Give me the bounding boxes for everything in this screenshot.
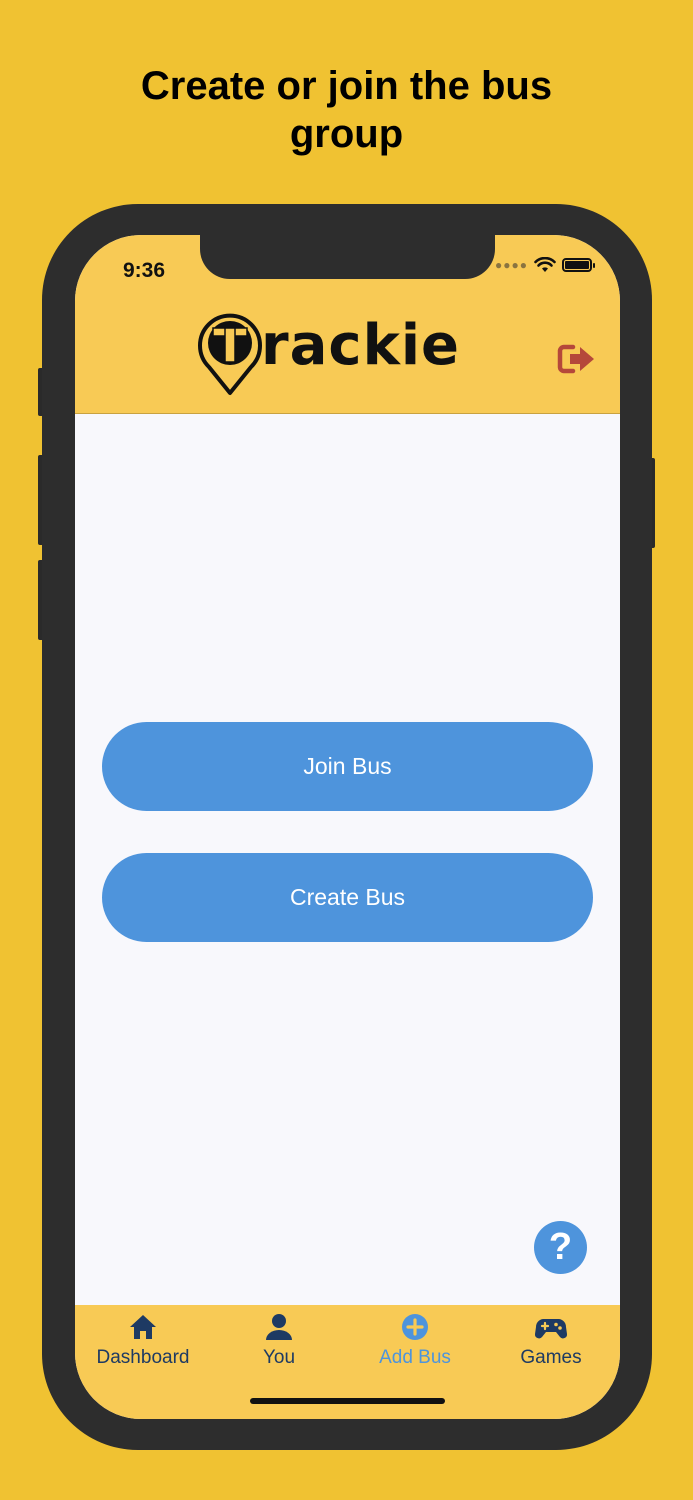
signal-icon: ●●●● (495, 258, 528, 272)
app-screen: 9:36 ●●●● rackie Join Bus Create Bus ? D… (75, 235, 620, 1419)
tab-dashboard[interactable]: Dashboard (75, 1313, 211, 1377)
plus-circle-icon (402, 1314, 428, 1340)
status-icons: ●●●● (495, 257, 595, 273)
battery-icon (562, 258, 595, 272)
tab-add-bus-label: Add Bus (379, 1347, 451, 1368)
promo-headline-line1: Create or join the bus (140, 64, 553, 108)
tab-games-label: Games (520, 1347, 582, 1368)
tab-dashboard-label: Dashboard (96, 1347, 190, 1368)
trackie-logo: rackie (193, 303, 473, 399)
help-icon: ? (548, 1226, 573, 1268)
phone-notch (200, 235, 495, 279)
tab-add-bus[interactable]: Add Bus (347, 1313, 483, 1377)
logo-pin-icon (198, 313, 262, 395)
tab-games[interactable]: Games (483, 1313, 619, 1377)
create-bus-button[interactable]: Create Bus (102, 853, 593, 942)
gamepad-icon (534, 1319, 568, 1339)
home-icon (130, 1315, 156, 1339)
logo-text: rackie (261, 313, 461, 378)
home-indicator (250, 1398, 445, 1404)
status-time: 9:36 (123, 259, 166, 282)
phone-frame: 9:36 ●●●● rackie Join Bus Create Bus ? D… (42, 204, 652, 1450)
logout-icon[interactable] (557, 343, 597, 375)
tab-you-label: You (262, 1347, 296, 1368)
tab-you[interactable]: You (211, 1313, 347, 1377)
join-bus-button[interactable]: Join Bus (102, 722, 593, 811)
wifi-icon (534, 257, 556, 272)
promo-headline: Create or join the bus group (0, 62, 693, 158)
help-button[interactable]: ? (534, 1221, 587, 1274)
person-icon (266, 1314, 292, 1340)
promo-headline-line2: group (289, 112, 404, 156)
app-header: 9:36 ●●●● rackie (75, 235, 620, 414)
